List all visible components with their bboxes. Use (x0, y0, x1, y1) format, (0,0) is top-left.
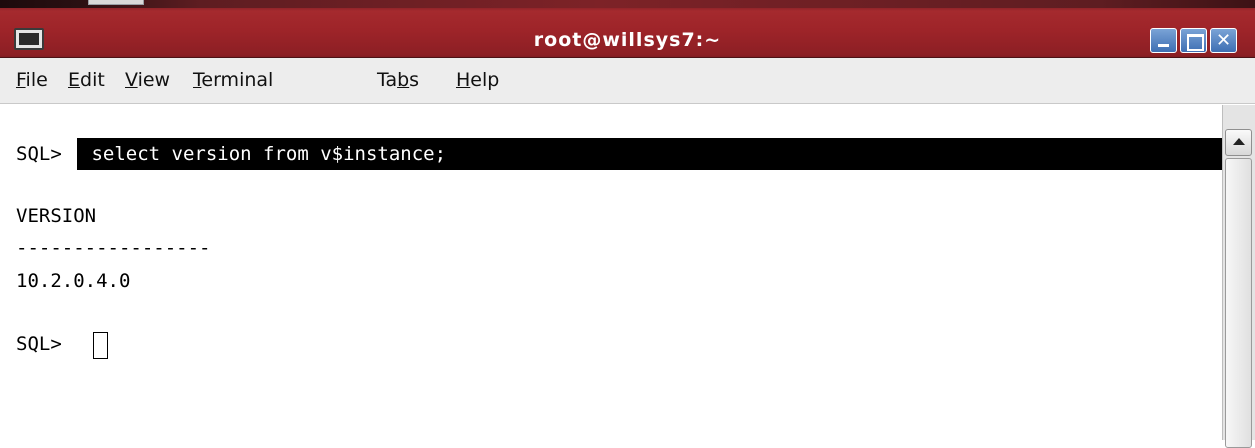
menu-help[interactable]: Help (456, 68, 499, 92)
menu-bar: File Edit View Terminal Tabs Help (0, 58, 1255, 104)
current-prompt: SQL> (16, 333, 74, 355)
output-separator: ----------------- (16, 237, 211, 259)
menu-terminal[interactable]: Terminal (193, 68, 273, 92)
window-title: root@willsys7:~ (533, 29, 722, 51)
sql-command: select version from v$instance; (80, 143, 447, 165)
menu-view-mnemonic: V (125, 69, 138, 91)
menu-file[interactable]: File (16, 68, 48, 92)
sql-prompt: SQL> (16, 143, 62, 165)
menu-tabs[interactable]: Tabs (377, 68, 419, 92)
menu-tabs-mnemonic: b (397, 69, 410, 91)
terminal-output[interactable]: SQL> select version from v$instance; VER… (0, 105, 1222, 440)
menu-edit-mnemonic: E (68, 69, 81, 91)
scroll-up-button[interactable] (1225, 129, 1252, 156)
menu-view-rest: iew (137, 69, 171, 91)
menu-tabs-rest: s (409, 69, 420, 91)
text-cursor (93, 332, 108, 359)
output-header: VERSION (16, 205, 97, 227)
menu-view[interactable]: View (125, 68, 170, 92)
title-bar[interactable]: root@willsys7:~ ✕ (0, 0, 1255, 58)
menu-tabs-pre: Ta (377, 69, 398, 91)
panel-notch (88, 0, 144, 5)
terminal-window: root@willsys7:~ ✕ File Edit View Termina… (0, 0, 1255, 448)
menu-file-rest: ile (25, 69, 48, 91)
menu-terminal-rest: erminal (201, 69, 274, 91)
vertical-scrollbar[interactable] (1222, 105, 1255, 448)
menu-edit-rest: dit (80, 69, 105, 91)
output-value: 10.2.0.4.0 (16, 270, 131, 292)
minimize-button[interactable] (1150, 28, 1177, 53)
maximize-button[interactable] (1180, 28, 1207, 53)
close-icon: ✕ (1215, 30, 1232, 51)
menu-help-mnemonic: H (456, 69, 471, 91)
menu-edit[interactable]: Edit (68, 68, 105, 92)
menu-file-mnemonic: F (16, 69, 26, 91)
scroll-thumb[interactable] (1225, 158, 1252, 448)
top-panel-strip (0, 0, 1255, 8)
close-button[interactable]: ✕ (1210, 28, 1237, 53)
menu-help-rest: elp (470, 69, 500, 91)
